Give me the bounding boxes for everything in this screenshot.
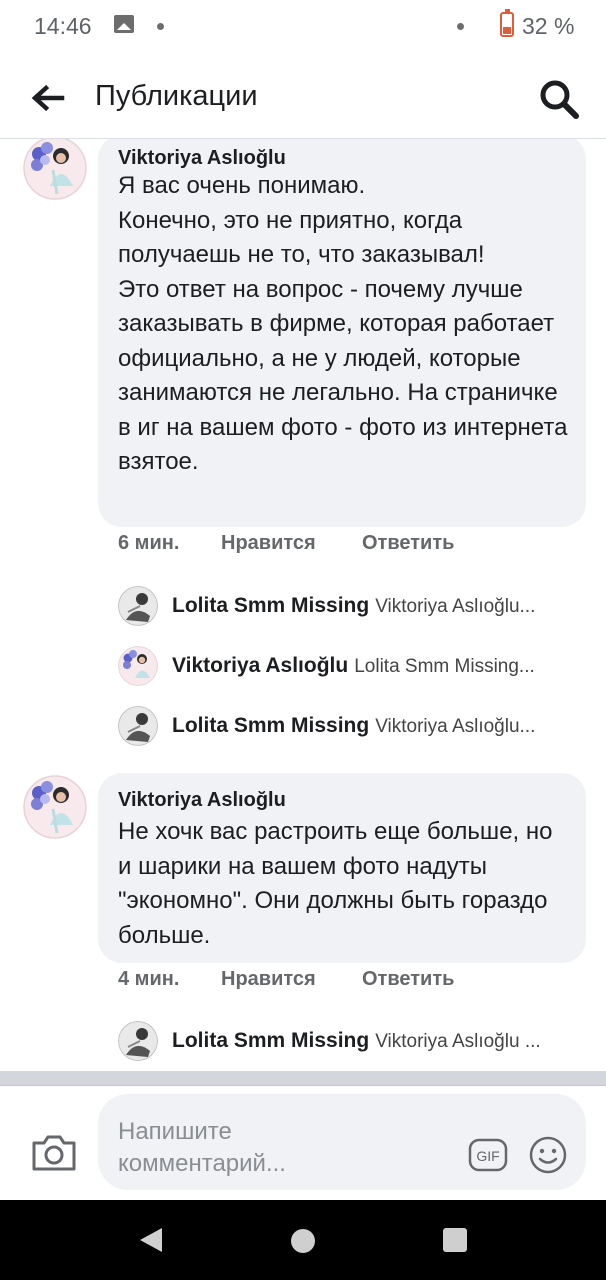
avatar[interactable] bbox=[23, 775, 87, 839]
emoji-icon bbox=[529, 1136, 567, 1174]
notification-dot-icon bbox=[157, 23, 164, 30]
reply-button[interactable]: Ответить bbox=[362, 968, 454, 991]
signal-dot-icon bbox=[457, 23, 464, 30]
comment-composer: Напишите комментарий... GIF bbox=[0, 1086, 606, 1200]
gif-button[interactable]: GIF bbox=[468, 1138, 508, 1172]
reply-preview: Viktoriya Aslıoğlu... bbox=[375, 716, 536, 737]
comment-input[interactable]: Напишите комментарий... GIF bbox=[98, 1094, 586, 1190]
battery-percent: 32 % bbox=[522, 13, 575, 39]
composer-divider bbox=[0, 1071, 606, 1086]
status-bar: 14:46 32 % bbox=[0, 0, 606, 56]
comment-time: 6 мин. bbox=[118, 532, 180, 554]
reply-preview: Lolita Smm Missing... bbox=[354, 656, 535, 677]
search-icon bbox=[540, 80, 579, 119]
comment-bubble[interactable]: Viktoriya Aslıoğlu Я вас очень понимаю. … bbox=[98, 139, 586, 527]
avatar[interactable] bbox=[118, 586, 158, 626]
avatar[interactable] bbox=[118, 646, 158, 686]
reply-preview: Viktoriya Aslıoğlu... bbox=[375, 596, 536, 617]
reply-thread-item[interactable]: Viktoriya Aslıoğlu Lolita Smm Missing... bbox=[118, 646, 578, 686]
gif-icon: GIF bbox=[468, 1138, 508, 1172]
nav-recents-icon[interactable] bbox=[443, 1228, 467, 1252]
reply-author[interactable]: Lolita Smm Missing bbox=[172, 594, 369, 617]
back-button[interactable] bbox=[28, 78, 68, 118]
avatar-illustration-icon bbox=[118, 706, 158, 746]
search-button[interactable] bbox=[536, 76, 582, 122]
reply-thread-item[interactable]: Lolita Smm Missing Viktoriya Aslıoğlu... bbox=[118, 706, 578, 746]
avatar[interactable] bbox=[118, 706, 158, 746]
comment-bubble[interactable]: Viktoriya Aslıoğlu Не хочк вас растроить… bbox=[98, 773, 586, 963]
page-title: Публикации bbox=[95, 80, 258, 112]
reply-author[interactable]: Viktoriya Aslıoğlu bbox=[172, 654, 348, 677]
avatar-illustration-icon bbox=[118, 586, 158, 626]
comment-text: Не хочк вас растроить еще больше, но и ш… bbox=[118, 818, 553, 949]
emoji-button[interactable] bbox=[528, 1135, 568, 1175]
like-button[interactable]: Нравится bbox=[221, 532, 316, 555]
avatar[interactable] bbox=[118, 1021, 158, 1061]
system-nav-bar bbox=[0, 1200, 606, 1280]
comment-text: Я вас очень понимаю. Конечно, это не при… bbox=[118, 172, 568, 475]
comment-placeholder: Напишите комментарий... bbox=[118, 1118, 286, 1177]
reply-button[interactable]: Ответить bbox=[362, 532, 454, 555]
nav-back-icon[interactable] bbox=[138, 1226, 164, 1254]
avatar-illustration-icon bbox=[23, 139, 87, 200]
reply-thread-item[interactable]: Lolita Smm Missing Viktoriya Aslıoğlu... bbox=[118, 586, 578, 626]
nav-home-icon[interactable] bbox=[291, 1229, 315, 1253]
app-header: Публикации bbox=[0, 56, 606, 139]
gif-label: GIF bbox=[476, 1148, 499, 1164]
camera-button[interactable] bbox=[30, 1133, 78, 1173]
comments-list: Viktoriya Aslıoğlu Я вас очень понимаю. … bbox=[0, 139, 606, 1071]
comment-author[interactable]: Viktoriya Aslıoğlu bbox=[118, 147, 286, 170]
like-button[interactable]: Нравится bbox=[221, 968, 316, 991]
gallery-notification-icon bbox=[114, 15, 134, 33]
avatar[interactable] bbox=[23, 139, 87, 200]
avatar-illustration-icon bbox=[118, 1021, 158, 1061]
reply-thread-item[interactable]: Lolita Smm Missing Viktoriya Aslıoğlu ... bbox=[118, 1021, 578, 1061]
avatar-illustration-icon bbox=[118, 646, 158, 686]
avatar-illustration-icon bbox=[23, 775, 87, 839]
reply-author[interactable]: Lolita Smm Missing bbox=[172, 1029, 369, 1052]
comment-time: 4 мин. bbox=[118, 968, 180, 990]
arrow-left-icon bbox=[31, 84, 65, 112]
camera-icon bbox=[32, 1135, 76, 1171]
reply-preview: Viktoriya Aslıoğlu ... bbox=[375, 1031, 541, 1052]
battery-icon bbox=[500, 9, 514, 37]
status-time: 14:46 bbox=[34, 13, 92, 39]
reply-author[interactable]: Lolita Smm Missing bbox=[172, 714, 369, 737]
comment-author[interactable]: Viktoriya Aslıoğlu bbox=[118, 789, 286, 812]
